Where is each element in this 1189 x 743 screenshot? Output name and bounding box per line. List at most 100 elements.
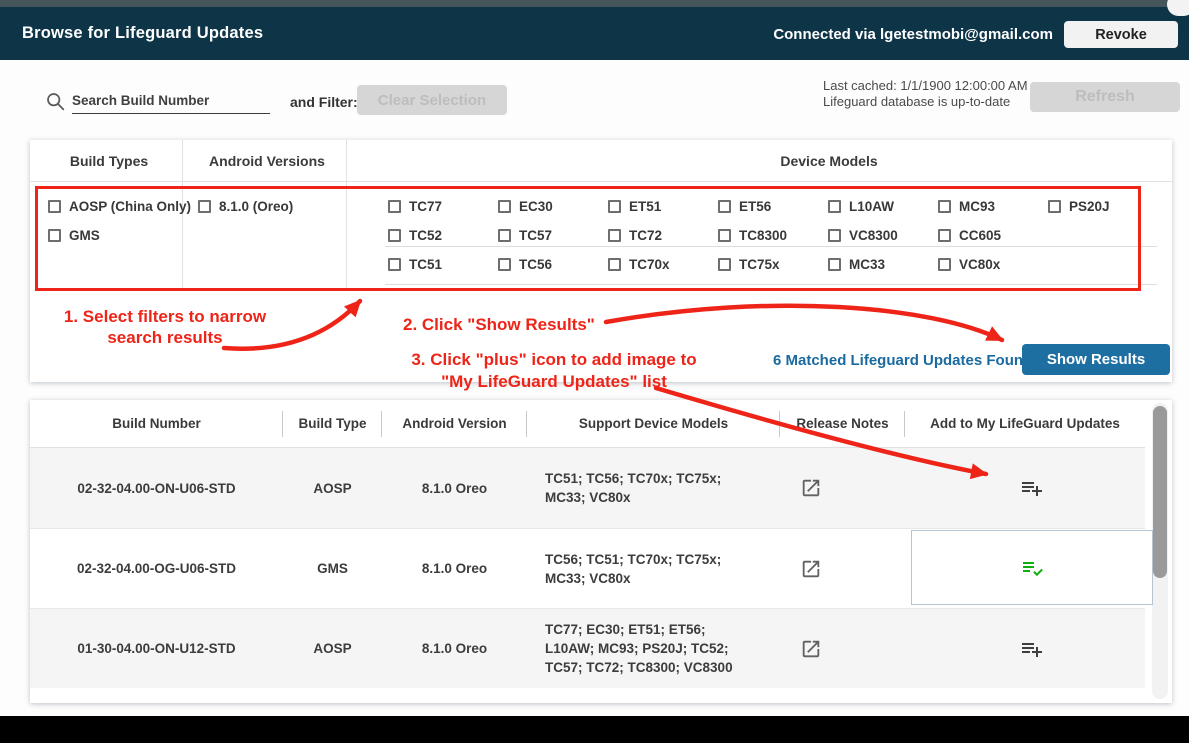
filter-checkbox-mc93[interactable]: MC93: [938, 197, 995, 215]
playlist-add-icon: [1019, 476, 1045, 500]
filter-checkbox-tc52[interactable]: TC52: [388, 226, 442, 244]
results-rows: 02-32-04.00-ON-U06-STDAOSP8.1.0 OreoTC51…: [30, 448, 1145, 688]
checkbox-label: TC70x: [629, 257, 670, 272]
cell-build-number: 01-30-04.00-ON-U12-STD: [30, 609, 283, 688]
cell-build-number: 02-32-04.00-OG-U06-STD: [30, 529, 283, 608]
filter-checkbox-et56[interactable]: ET56: [718, 197, 771, 215]
release-notes-button[interactable]: [800, 477, 822, 499]
checkbox-label: TC52: [409, 228, 442, 243]
checkbox-label: TC57: [519, 228, 552, 243]
search-icon: [45, 91, 67, 113]
cell-build-number: 02-32-04.00-ON-U06-STD: [30, 448, 283, 528]
checkbox-label: TC56: [519, 257, 552, 272]
filter-checkbox-tc77[interactable]: TC77: [388, 197, 442, 215]
checkbox-label: TC77: [409, 199, 442, 214]
cell-add-to-list: [905, 448, 1145, 528]
checkbox-icon: [608, 200, 621, 213]
clear-selection-button[interactable]: Clear Selection: [357, 85, 507, 115]
page-title: Browse for Lifeguard Updates: [22, 24, 263, 43]
and-filter-label: and Filter:: [290, 94, 358, 110]
filter-checkbox-ec30[interactable]: EC30: [498, 197, 553, 215]
checkbox-label: 8.1.0 (Oreo): [219, 199, 293, 214]
filter-checkbox-vc80x[interactable]: VC80x: [938, 255, 1000, 273]
matched-updates-text: 6 Matched Lifeguard Updates Found: [773, 352, 1032, 369]
device-models-header: Device Models: [780, 140, 877, 182]
refresh-button[interactable]: Refresh: [1030, 82, 1180, 112]
filter-checkbox-tc56[interactable]: TC56: [498, 255, 552, 273]
external-link-icon: [800, 558, 822, 580]
table-row: 01-30-04.00-ON-U12-STDAOSP8.1.0 OreoTC77…: [30, 608, 1145, 688]
checkbox-label: TC8300: [739, 228, 787, 243]
revoke-button[interactable]: Revoke: [1064, 21, 1178, 48]
cell-build-type: AOSP: [283, 609, 382, 688]
table-row: 02-32-04.00-ON-U06-STDAOSP8.1.0 OreoTC51…: [30, 448, 1145, 528]
filter-checkbox-ps20j[interactable]: PS20J: [1048, 197, 1110, 215]
checkbox-icon: [938, 258, 951, 271]
checkbox-icon: [718, 200, 731, 213]
checkbox-icon: [388, 258, 401, 271]
connected-account-label: Connected via lgetestmobi@gmail.com: [773, 26, 1053, 43]
show-results-button[interactable]: Show Results: [1022, 344, 1170, 375]
filter-checkbox-tc70x[interactable]: TC70x: [608, 255, 670, 273]
filter-checkbox-cc605[interactable]: CC605: [938, 226, 1001, 244]
cell-device-models: TC51; TC56; TC70x; TC75x; MC33; VC80x: [527, 448, 780, 528]
filter-checkbox-vc8300[interactable]: VC8300: [828, 226, 898, 244]
checkbox-label: GMS: [69, 228, 100, 243]
results-table: Build NumberBuild TypeAndroid VersionSup…: [30, 400, 1172, 703]
cell-build-type: AOSP: [283, 448, 382, 528]
android-versions-header: Android Versions: [209, 140, 325, 182]
checkbox-label: VC80x: [959, 257, 1000, 272]
checkbox-icon: [498, 258, 511, 271]
results-header-support-device-models: Support Device Models: [527, 400, 780, 447]
filter-checkbox-gms[interactable]: GMS: [48, 226, 100, 244]
column-divider: [346, 140, 347, 290]
filter-checkbox-tc51[interactable]: TC51: [388, 255, 442, 273]
checkbox-icon: [718, 258, 731, 271]
cell-release-notes: [780, 448, 905, 528]
filter-header-row: Build Types Android Versions Device Mode…: [30, 140, 1172, 182]
build-types-header: Build Types: [70, 140, 148, 182]
checkbox-label: MC33: [849, 257, 885, 272]
checkbox-label: TC51: [409, 257, 442, 272]
filter-panel: Build Types Android Versions Device Mode…: [30, 140, 1172, 382]
filter-checkbox-aosp-china-only[interactable]: AOSP (China Only): [48, 197, 191, 215]
cell-release-notes: [780, 609, 905, 688]
checkbox-icon: [48, 229, 61, 242]
results-header-add-to-my-lifeguard-updates: Add to My LifeGuard Updates: [905, 400, 1145, 447]
checkbox-icon: [48, 200, 61, 213]
cell-build-type: GMS: [283, 529, 382, 608]
add-to-list-button[interactable]: [1019, 637, 1045, 661]
device-group-divider: [385, 246, 1157, 247]
filter-checkbox-tc57[interactable]: TC57: [498, 226, 552, 244]
results-header-row: Build NumberBuild TypeAndroid VersionSup…: [30, 400, 1145, 448]
checkbox-icon: [498, 200, 511, 213]
table-row: 02-32-04.00-OG-U06-STDGMS8.1.0 OreoTC56;…: [30, 528, 1145, 608]
column-divider: [182, 140, 183, 290]
filter-checkbox-tc72[interactable]: TC72: [608, 226, 662, 244]
scrollbar-thumb[interactable]: [1153, 406, 1167, 578]
top-strip: [0, 0, 1189, 7]
checkbox-label: ET51: [629, 199, 661, 214]
checkbox-icon: [198, 200, 211, 213]
filter-checkbox-mc33[interactable]: MC33: [828, 255, 885, 273]
filter-checkbox-tc75x[interactable]: TC75x: [718, 255, 780, 273]
cache-status: Last cached: 1/1/1900 12:00:00 AM Lifegu…: [823, 78, 1028, 110]
checkbox-label: CC605: [959, 228, 1001, 243]
checkbox-icon: [1048, 200, 1061, 213]
results-header-build-number: Build Number: [30, 400, 283, 447]
database-status-text: Lifeguard database is up-to-date: [823, 94, 1028, 110]
last-cached-text: Last cached: 1/1/1900 12:00:00 AM: [823, 78, 1028, 94]
filter-checkbox-l10aw[interactable]: L10AW: [828, 197, 894, 215]
release-notes-button[interactable]: [800, 638, 822, 660]
add-to-list-button[interactable]: [1019, 476, 1045, 500]
cell-android-version: 8.1.0 Oreo: [382, 448, 527, 528]
added-check-button[interactable]: [1019, 556, 1045, 580]
checkbox-icon: [608, 229, 621, 242]
release-notes-button[interactable]: [800, 558, 822, 580]
filter-checkbox-tc8300[interactable]: TC8300: [718, 226, 787, 244]
filter-checkbox-et51[interactable]: ET51: [608, 197, 661, 215]
checkbox-label: L10AW: [849, 199, 894, 214]
search-build-number-input[interactable]: [72, 88, 270, 114]
filter-checkbox-8-1-0-oreo[interactable]: 8.1.0 (Oreo): [198, 197, 293, 215]
results-header-android-version: Android Version: [382, 400, 527, 447]
